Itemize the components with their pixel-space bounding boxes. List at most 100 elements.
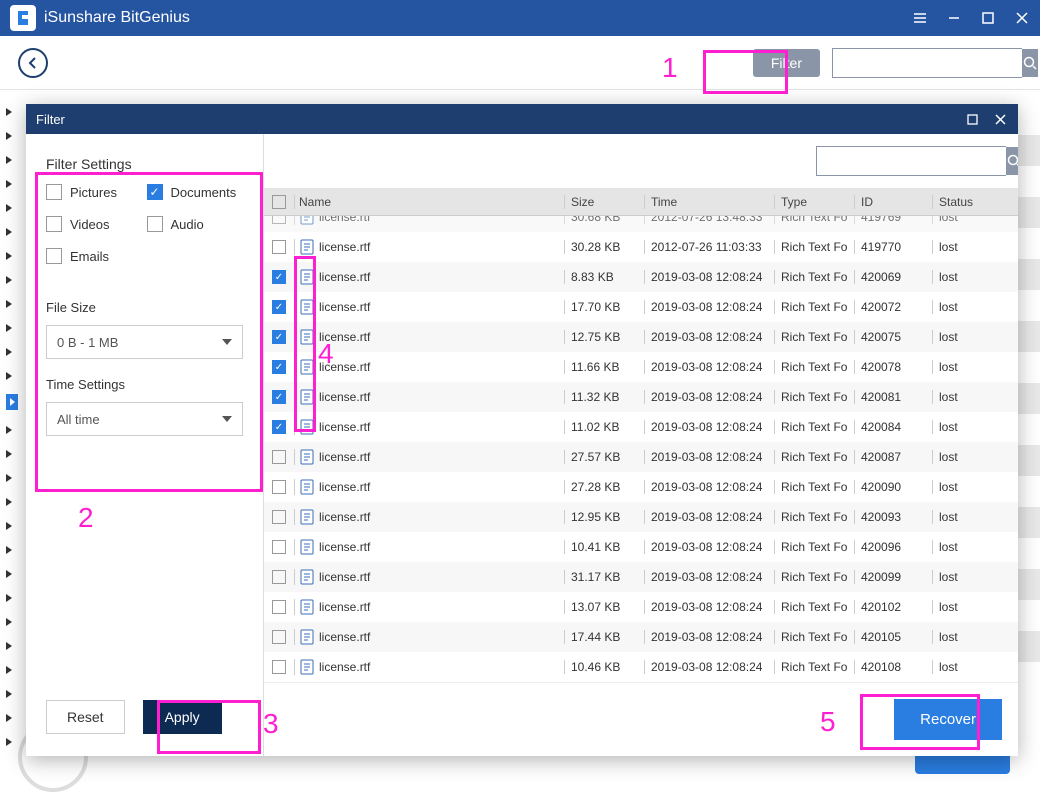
file-size-select[interactable]: 0 B - 1 MB (46, 325, 243, 359)
tree-expand-icon[interactable] (6, 618, 12, 626)
recover-button[interactable]: Recover (894, 699, 1002, 740)
table-row[interactable]: license.rtf27.28 KB2019-03-08 12:08:24Ri… (264, 472, 1018, 502)
tree-expand-icon[interactable] (6, 426, 12, 434)
category-label: Pictures (70, 185, 117, 200)
table-row[interactable]: license.rtf10.41 KB2019-03-08 12:08:24Ri… (264, 532, 1018, 562)
table-row[interactable]: license.rtf11.02 KB2019-03-08 12:08:24Ri… (264, 412, 1018, 442)
table-row[interactable]: license.rtf30.28 KB2012-07-26 11:03:33Ri… (264, 232, 1018, 262)
file-status: lost (932, 360, 1018, 374)
row-checkbox[interactable] (272, 216, 286, 224)
category-pictures[interactable]: Pictures (46, 184, 143, 200)
table-row[interactable]: license.rtf11.66 KB2019-03-08 12:08:24Ri… (264, 352, 1018, 382)
tree-expand-icon[interactable] (6, 204, 12, 212)
back-button[interactable] (18, 48, 48, 78)
tree-expand-icon[interactable] (6, 228, 12, 236)
row-checkbox[interactable] (272, 600, 286, 614)
search-input[interactable] (833, 49, 1022, 77)
row-checkbox[interactable] (272, 300, 286, 314)
file-time: 2019-03-08 12:08:24 (644, 480, 774, 494)
rtf-file-icon (299, 629, 315, 645)
row-checkbox[interactable] (272, 330, 286, 344)
table-row[interactable]: license.rtf13.07 KB2019-03-08 12:08:24Ri… (264, 592, 1018, 622)
dialog-maximize-icon[interactable] (964, 111, 980, 127)
col-time[interactable]: Time (644, 195, 774, 209)
row-checkbox[interactable] (272, 570, 286, 584)
row-checkbox[interactable] (272, 270, 286, 284)
tree-expand-icon[interactable] (6, 450, 12, 458)
category-videos[interactable]: Videos (46, 216, 143, 232)
table-row[interactable]: license.rtf27.57 KB2019-03-08 12:08:24Ri… (264, 442, 1018, 472)
table-body[interactable]: license.rtf30.68 KB2012-07-26 13:48:33Ri… (264, 216, 1018, 682)
file-size: 13.07 KB (564, 600, 644, 614)
tree-expand-icon[interactable] (6, 738, 12, 746)
tree-expand-icon[interactable] (6, 546, 12, 554)
tree-expand-icon[interactable] (6, 394, 18, 410)
row-checkbox[interactable] (272, 450, 286, 464)
col-name[interactable]: Name (294, 195, 564, 209)
tree-expand-icon[interactable] (6, 132, 12, 140)
tree-expand-icon[interactable] (6, 276, 12, 284)
menu-icon[interactable] (912, 10, 928, 26)
file-id: 420096 (854, 540, 932, 554)
row-checkbox[interactable] (272, 630, 286, 644)
table-row[interactable]: license.rtf11.32 KB2019-03-08 12:08:24Ri… (264, 382, 1018, 412)
tree-expand-icon[interactable] (6, 108, 12, 116)
row-checkbox[interactable] (272, 240, 286, 254)
file-name: license.rtf (319, 450, 370, 464)
search-icon[interactable] (1022, 49, 1038, 77)
time-select[interactable]: All time (46, 402, 243, 436)
tree-expand-icon[interactable] (6, 300, 12, 308)
select-all-checkbox[interactable] (272, 195, 286, 209)
tree-expand-icon[interactable] (6, 666, 12, 674)
table-row[interactable]: license.rtf17.44 KB2019-03-08 12:08:24Ri… (264, 622, 1018, 652)
filter-button[interactable]: Filter (753, 49, 820, 77)
tree-expand-icon[interactable] (6, 348, 12, 356)
category-emails[interactable]: Emails (46, 248, 143, 264)
table-row[interactable]: license.rtf17.70 KB2019-03-08 12:08:24Ri… (264, 292, 1018, 322)
tree-expand-icon[interactable] (6, 180, 12, 188)
col-status[interactable]: Status (932, 195, 1018, 209)
minimize-icon[interactable] (946, 10, 962, 26)
table-row[interactable]: license.rtf12.95 KB2019-03-08 12:08:24Ri… (264, 502, 1018, 532)
file-size: 12.75 KB (564, 330, 644, 344)
col-type[interactable]: Type (774, 195, 854, 209)
tree-expand-icon[interactable] (6, 570, 12, 578)
tree-expand-icon[interactable] (6, 642, 12, 650)
row-checkbox[interactable] (272, 420, 286, 434)
tree-expand-icon[interactable] (6, 498, 12, 506)
tree-expand-icon[interactable] (6, 252, 12, 260)
dialog-search-input[interactable] (817, 147, 1006, 175)
tree-expand-icon[interactable] (6, 474, 12, 482)
tree-expand-icon[interactable] (6, 372, 12, 380)
category-audio[interactable]: Audio (147, 216, 244, 232)
category-documents[interactable]: Documents (147, 184, 244, 200)
rtf-file-icon (299, 216, 315, 225)
table-row[interactable]: license.rtf12.75 KB2019-03-08 12:08:24Ri… (264, 322, 1018, 352)
dialog-close-icon[interactable] (992, 111, 1008, 127)
table-row[interactable]: license.rtf8.83 KB2019-03-08 12:08:24Ric… (264, 262, 1018, 292)
file-id: 420075 (854, 330, 932, 344)
table-row[interactable]: license.rtf31.17 KB2019-03-08 12:08:24Ri… (264, 562, 1018, 592)
table-row[interactable]: license.rtf10.46 KB2019-03-08 12:08:24Ri… (264, 652, 1018, 682)
tree-expand-icon[interactable] (6, 522, 12, 530)
reset-button[interactable]: Reset (46, 700, 125, 734)
col-id[interactable]: ID (854, 195, 932, 209)
close-icon[interactable] (1014, 10, 1030, 26)
col-size[interactable]: Size (564, 195, 644, 209)
row-checkbox[interactable] (272, 480, 286, 494)
file-time: 2012-07-26 13:48:33 (644, 216, 774, 224)
row-checkbox[interactable] (272, 540, 286, 554)
tree-expand-icon[interactable] (6, 690, 12, 698)
tree-expand-icon[interactable] (6, 594, 12, 602)
table-row[interactable]: license.rtf30.68 KB2012-07-26 13:48:33Ri… (264, 216, 1018, 232)
row-checkbox[interactable] (272, 660, 286, 674)
tree-expand-icon[interactable] (6, 714, 12, 722)
row-checkbox[interactable] (272, 360, 286, 374)
apply-button[interactable]: Apply (143, 700, 222, 734)
row-checkbox[interactable] (272, 510, 286, 524)
tree-expand-icon[interactable] (6, 324, 12, 332)
maximize-icon[interactable] (980, 10, 996, 26)
row-checkbox[interactable] (272, 390, 286, 404)
search-icon[interactable] (1006, 147, 1018, 175)
tree-expand-icon[interactable] (6, 156, 12, 164)
